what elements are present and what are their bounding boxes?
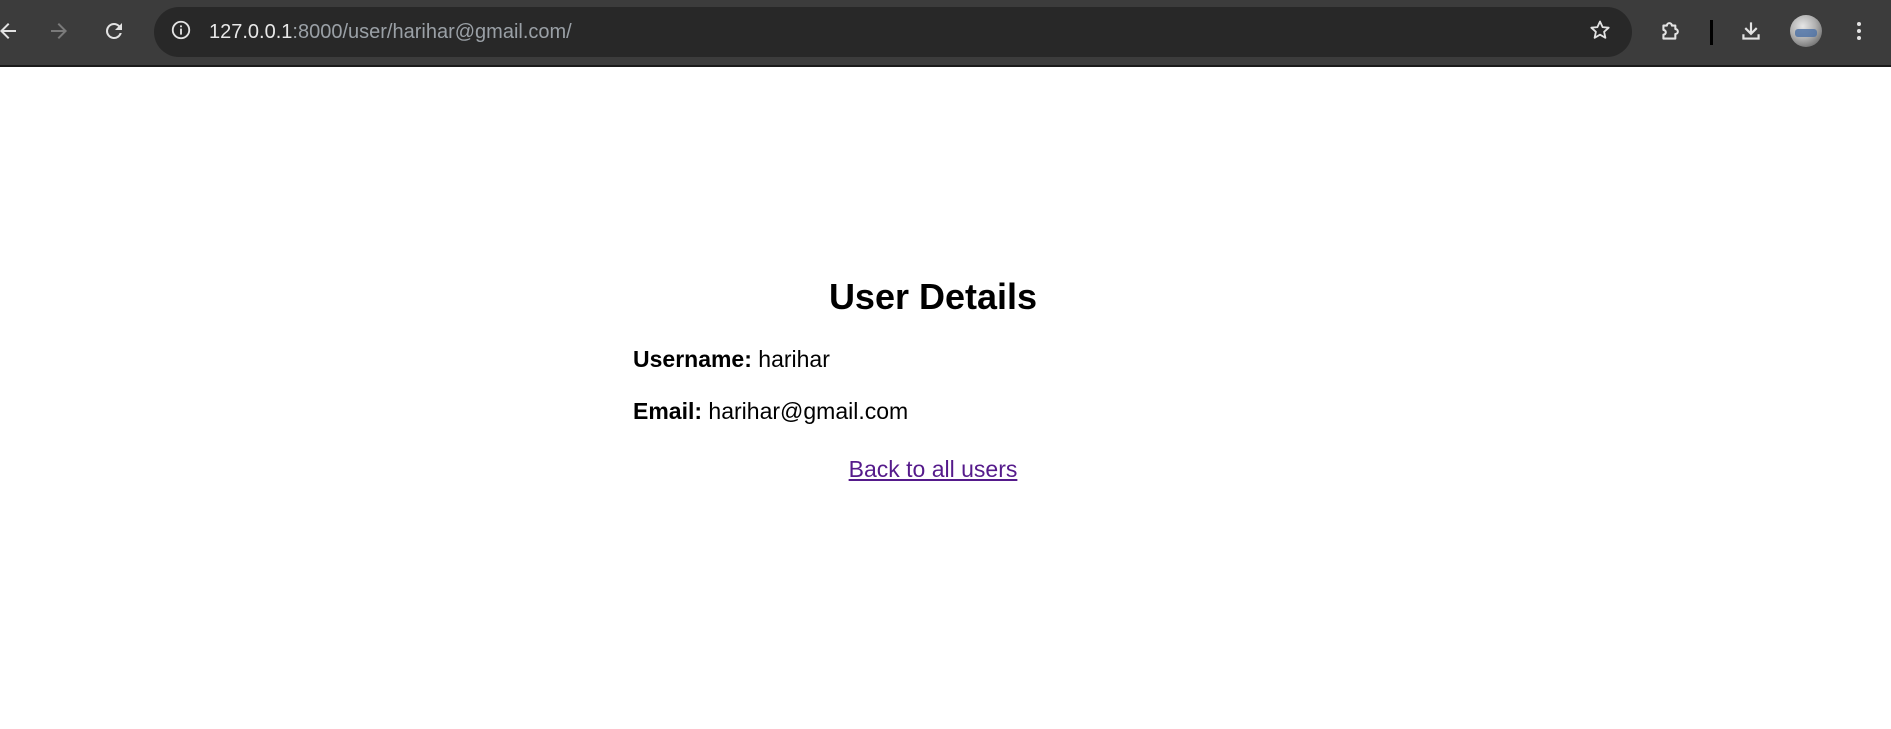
username-value: harihar xyxy=(758,346,830,372)
page-content: User Details Username: harihar Email: ha… xyxy=(0,69,1891,729)
downloads-button[interactable] xyxy=(1733,13,1769,49)
url-text[interactable]: 127.0.0.1:8000/user/harihar@gmail.com/ xyxy=(209,7,572,57)
username-row: Username: harihar xyxy=(633,345,1233,373)
back-link-container: Back to all users xyxy=(633,455,1233,483)
url-host: 127.0.0.1 xyxy=(209,21,293,43)
url-path: :8000/user/harihar@gmail.com/ xyxy=(292,21,572,43)
email-row: Email: harihar@gmail.com xyxy=(633,397,1233,425)
star-icon xyxy=(1588,18,1612,47)
toolbar-divider xyxy=(1710,20,1713,45)
address-bar[interactable]: 127.0.0.1:8000/user/harihar@gmail.com/ xyxy=(154,7,1632,57)
bookmark-button[interactable] xyxy=(1586,18,1614,46)
page-title: User Details xyxy=(828,276,1038,317)
back-button[interactable] xyxy=(0,13,26,49)
back-arrow-icon xyxy=(0,19,20,43)
email-label: Email: xyxy=(633,398,703,424)
reload-icon xyxy=(102,19,126,43)
forward-arrow-icon xyxy=(47,19,71,43)
info-icon xyxy=(170,19,192,46)
email-value: harihar@gmail.com xyxy=(708,398,909,424)
username-label: Username: xyxy=(633,346,752,372)
puzzle-icon xyxy=(1658,18,1684,44)
kebab-menu-icon xyxy=(1847,19,1871,43)
forward-button[interactable] xyxy=(41,13,77,49)
user-details-card: User Details Username: harihar Email: ha… xyxy=(633,277,1233,483)
back-to-all-users-link[interactable]: Back to all users xyxy=(849,456,1018,482)
extensions-button[interactable] xyxy=(1653,13,1689,49)
download-icon xyxy=(1738,18,1764,44)
browser-toolbar: 127.0.0.1:8000/user/harihar@gmail.com/ xyxy=(0,0,1891,67)
menu-button[interactable] xyxy=(1841,13,1877,49)
reload-button[interactable] xyxy=(96,13,132,49)
avatar[interactable] xyxy=(1790,15,1822,47)
site-info-button[interactable] xyxy=(166,17,196,47)
